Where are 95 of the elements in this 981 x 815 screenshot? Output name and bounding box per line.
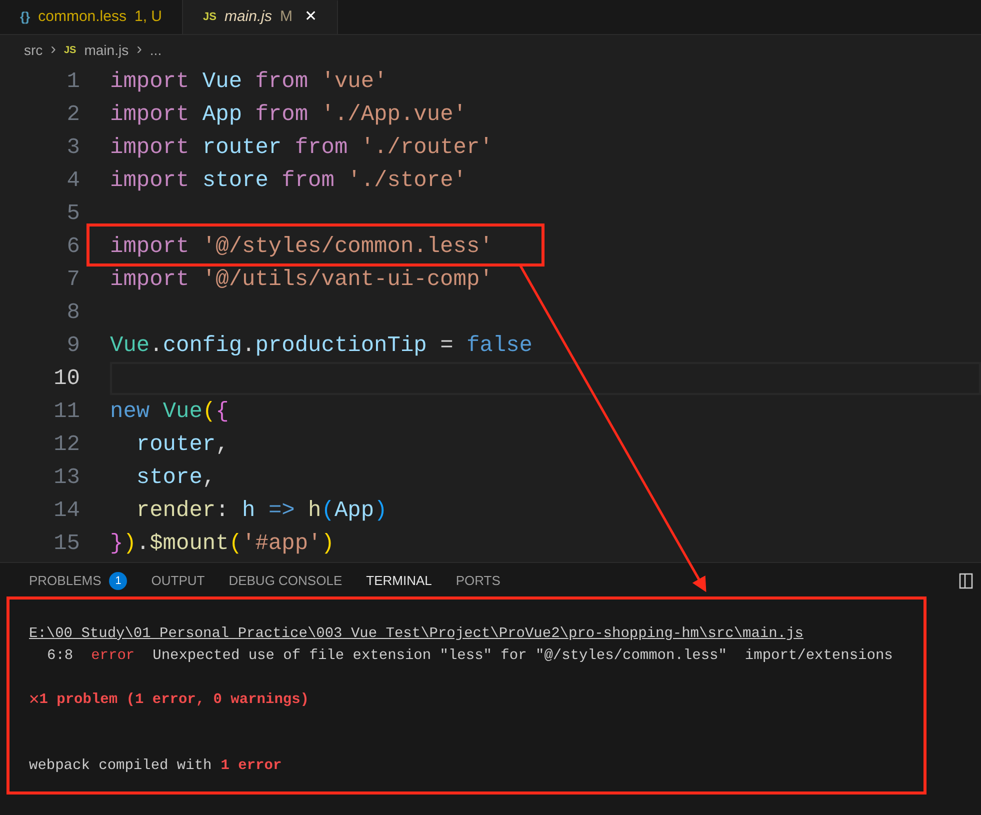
code-token: Vue	[162, 398, 202, 426]
panel-tab[interactable]: DEBUG CONSOLE	[228, 563, 342, 599]
line-number: 8	[66, 299, 80, 327]
line-number: 7	[66, 266, 80, 294]
code-token: false	[466, 332, 532, 360]
error-message: Unexpected use of file extension "less" for "@/styles/common.less"	[152, 647, 727, 666]
line-number: 12	[52, 431, 80, 459]
code-token: store	[202, 167, 270, 195]
line-number: 9	[66, 332, 80, 360]
code-token: ,	[202, 464, 216, 492]
panel-tab[interactable]: PORTS	[456, 563, 500, 599]
code-token: new	[110, 398, 151, 426]
braces-file-icon: {}	[20, 7, 30, 27]
code-token: =	[440, 332, 454, 360]
error-count: 1 error	[220, 757, 282, 776]
code-token: Vue	[110, 332, 150, 360]
code-token: import	[110, 101, 190, 129]
code-token: )	[374, 497, 388, 525]
panel-tab[interactable]: OUTPUT	[151, 563, 205, 599]
rule-name: import/extensions	[744, 647, 893, 666]
code-token: (	[228, 530, 242, 558]
breadcrumb-item[interactable]: src	[24, 40, 43, 60]
line-number: 10	[52, 365, 80, 393]
code-token: )	[123, 530, 136, 558]
error-position: 6:8	[46, 647, 74, 666]
tab-label: main.js	[224, 7, 272, 28]
tab-label: common.less	[38, 6, 126, 27]
code-token: :	[216, 497, 230, 525]
line-number: 14	[52, 497, 80, 525]
editor-tab[interactable]: JS main.js M ✕	[183, 0, 338, 34]
js-file-icon: JS	[203, 9, 216, 26]
code-token: }	[110, 530, 124, 558]
code-token: router	[202, 134, 283, 162]
code-token: .	[150, 332, 163, 360]
panel-tab[interactable]: PROBLEMS 1	[29, 563, 128, 599]
tab-status: M	[280, 7, 292, 28]
code-token: .	[136, 530, 150, 558]
line-number: 11	[52, 398, 80, 426]
code-token: )	[321, 530, 334, 558]
code-token: '@/styles/common.less'	[202, 233, 493, 261]
code-token: './App.vue'	[321, 101, 466, 129]
code-token: 'vue'	[321, 68, 388, 96]
code-token: router	[135, 431, 216, 459]
code-token: App	[334, 497, 374, 525]
code-token: from	[255, 101, 310, 129]
line-number: 6	[66, 233, 80, 261]
code-token: ,	[216, 431, 229, 459]
line-number: 1	[66, 68, 80, 96]
cross-icon: ✕	[29, 692, 40, 708]
code-token: h	[242, 497, 256, 525]
code-token: './router'	[360, 134, 493, 162]
close-icon[interactable]: ✕	[304, 6, 318, 29]
line-number: 2	[66, 101, 80, 129]
code-token: Vue	[202, 68, 244, 96]
line-number: 15	[52, 530, 80, 558]
code-token: h	[308, 497, 322, 525]
code-token: from	[282, 167, 336, 195]
code-token: '@/utils/vant-ui-comp'	[202, 266, 493, 294]
panel-tab[interactable]: TERMINAL	[366, 563, 432, 599]
count-badge: 1	[109, 572, 128, 590]
code-token: App	[202, 101, 244, 129]
split-panel-icon[interactable]	[959, 573, 973, 589]
code-token: '#app'	[242, 530, 322, 558]
code-token: (	[202, 398, 216, 426]
code-token: .	[242, 332, 256, 360]
code-token: render	[135, 497, 216, 525]
code-token: from	[294, 134, 349, 162]
problem-summary: 1 problem (1 error, 0 warnings)	[39, 691, 309, 710]
breadcrumb-item[interactable]: main.js	[84, 40, 129, 60]
line-number: 3	[66, 134, 80, 162]
line-number: 4	[66, 167, 80, 195]
code-token: import	[110, 68, 190, 96]
file-path[interactable]: E:\00 Study\01 Personal Practice\003 Vue Test\Project\ProVue2\pro-shopping-hm\src\main.js	[29, 623, 981, 645]
code-token: =>	[268, 497, 296, 525]
code-token: from	[255, 68, 310, 96]
code-token: import	[110, 167, 190, 195]
line-number: 5	[66, 200, 80, 228]
build-status: webpack compiled with	[29, 757, 212, 776]
breadcrumb-item[interactable]: ...	[150, 40, 162, 60]
chevron-icon: ›	[50, 38, 56, 62]
line-number: 13	[52, 464, 80, 492]
code-token: store	[135, 464, 202, 492]
error-severity: error	[91, 647, 135, 666]
tab-status: 1, U	[134, 6, 162, 27]
js-file-icon: JS	[64, 42, 76, 58]
code-token: (	[321, 497, 334, 525]
code-token: {	[216, 398, 229, 426]
code-token: config	[162, 332, 242, 360]
code-token: $mount	[150, 530, 229, 558]
code-token: productionTip	[255, 332, 428, 360]
code-token: import	[110, 134, 190, 162]
code-token: import	[110, 233, 190, 261]
code-token: import	[110, 266, 190, 294]
code-token: './store'	[348, 167, 466, 195]
chevron-icon: ›	[136, 38, 142, 62]
